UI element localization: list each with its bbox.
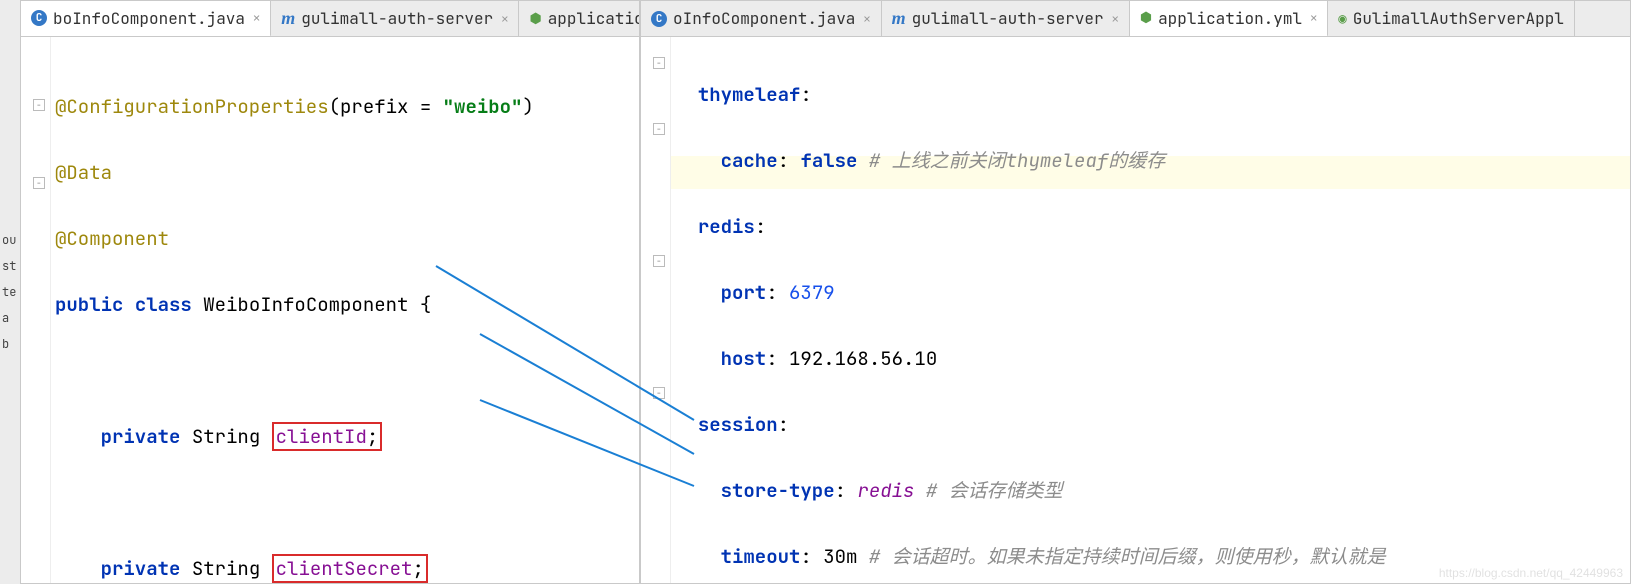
yaml-key: store-type	[721, 478, 835, 503]
annotation: @Component	[55, 226, 169, 251]
comment: # 上线之前关闭thymeleaf的缓存	[869, 148, 1165, 173]
maven-icon: m	[281, 8, 295, 29]
strip-item: st	[2, 258, 16, 274]
keyword: public	[55, 292, 123, 317]
editor-right[interactable]: − − − − thymeleaf: cache: false # 上线之前关闭…	[641, 37, 1630, 583]
fold-icon[interactable]: −	[653, 123, 665, 135]
strip-item: ou	[2, 232, 16, 248]
close-icon[interactable]: ✕	[1310, 10, 1317, 26]
java-code: @ConfigurationProperties(prefix = "weibo…	[55, 37, 639, 583]
keyword: class	[135, 292, 192, 317]
field-clientid: clientId	[276, 424, 367, 449]
tab-gulimall-auth-server[interactable]: m gulimall-auth-server ✕	[882, 1, 1130, 36]
fold-icon[interactable]: −	[653, 57, 665, 69]
close-icon[interactable]: ✕	[253, 10, 260, 26]
equals: =	[420, 94, 431, 119]
comment: # 会话存储类型	[926, 478, 1063, 503]
yml-icon: ⬢	[1140, 9, 1152, 27]
tab-gulimall-auth-app[interactable]: ◉ GulimallAuthServerAppl	[1328, 1, 1575, 36]
tab-label: application.yml	[548, 8, 639, 29]
editor-pane-right: C oInfoComponent.java ✕ m gulimall-auth-…	[640, 0, 1631, 584]
project-strip: ou st te a b	[0, 0, 20, 584]
string-literal: "weibo"	[443, 94, 523, 119]
brace: {	[420, 292, 431, 317]
yaml-value: false	[800, 148, 857, 173]
tab-infocomponent[interactable]: C oInfoComponent.java ✕	[641, 1, 882, 36]
yaml-value: redis	[857, 478, 914, 503]
class-name: WeiboInfoComponent	[203, 292, 408, 317]
tab-application-yml-active[interactable]: ⬢ application.yml ✕	[1130, 1, 1328, 37]
editor-pane-left: C boInfoComponent.java ✕ m gulimall-auth…	[20, 0, 640, 584]
tab-label: oInfoComponent.java	[673, 8, 855, 29]
tab-label: gulimall-auth-server	[912, 8, 1104, 29]
close-icon[interactable]: ✕	[863, 11, 870, 27]
tab-gulimall-auth-server[interactable]: m gulimall-auth-server ✕	[271, 1, 519, 36]
tab-weiboinfocomponent[interactable]: C boInfoComponent.java ✕	[21, 1, 271, 37]
yaml-key: session	[698, 412, 778, 437]
yaml-code: thymeleaf: cache: false # 上线之前关闭thymelea…	[675, 37, 1630, 583]
maven-icon: m	[892, 8, 906, 29]
tab-label: boInfoComponent.java	[53, 8, 245, 29]
strip-item: b	[2, 336, 9, 352]
close-icon[interactable]: ✕	[501, 11, 508, 27]
fold-icon[interactable]: −	[33, 99, 45, 111]
annotation: @Data	[55, 160, 112, 185]
spring-icon: ◉	[1338, 10, 1346, 28]
field-clientsecret: clientSecret	[276, 556, 413, 581]
gutter: − − − −	[641, 37, 671, 583]
yaml-key: redis	[698, 214, 755, 239]
yaml-key: thymeleaf	[698, 82, 801, 107]
tab-label: GulimallAuthServerAppl	[1353, 8, 1564, 29]
comment: # 会话超时。如果未指定持续时间后缀，则使用秒，默认就是	[869, 544, 1386, 569]
tab-label: gulimall-auth-server	[301, 8, 493, 29]
tabbar-right: C oInfoComponent.java ✕ m gulimall-auth-…	[641, 1, 1630, 37]
close-icon[interactable]: ✕	[1112, 11, 1119, 27]
yaml-key: host	[721, 346, 767, 371]
yml-icon: ⬢	[529, 10, 541, 28]
fold-icon[interactable]: −	[653, 387, 665, 399]
annotation: @ConfigurationProperties	[55, 94, 329, 119]
tab-application-yml[interactable]: ⬢ application.yml	[519, 1, 639, 36]
java-class-icon: C	[651, 11, 667, 27]
keyword: private	[101, 556, 181, 581]
strip-item: a	[2, 310, 9, 326]
yaml-key: cache	[721, 148, 778, 173]
yaml-key: port	[721, 280, 767, 305]
type: String	[192, 556, 260, 581]
editor-left[interactable]: − − @ConfigurationProperties(prefix = "w…	[21, 37, 639, 583]
java-class-icon: C	[31, 10, 47, 26]
yaml-value: 192.168.56.10	[789, 346, 937, 371]
tabbar-left: C boInfoComponent.java ✕ m gulimall-auth…	[21, 1, 639, 37]
tab-label: application.yml	[1158, 8, 1302, 29]
fold-icon[interactable]: −	[653, 255, 665, 267]
keyword: private	[101, 424, 181, 449]
watermark: https://blog.csdn.net/qq_42449963	[1439, 566, 1623, 580]
yaml-key: timeout	[721, 544, 801, 569]
param-name: prefix	[340, 94, 408, 119]
yaml-value: 30m	[823, 544, 857, 569]
strip-item: te	[2, 284, 16, 300]
gutter: − −	[21, 37, 51, 583]
yaml-value: 6379	[789, 280, 835, 305]
type: String	[192, 424, 260, 449]
fold-icon[interactable]: −	[33, 177, 45, 189]
